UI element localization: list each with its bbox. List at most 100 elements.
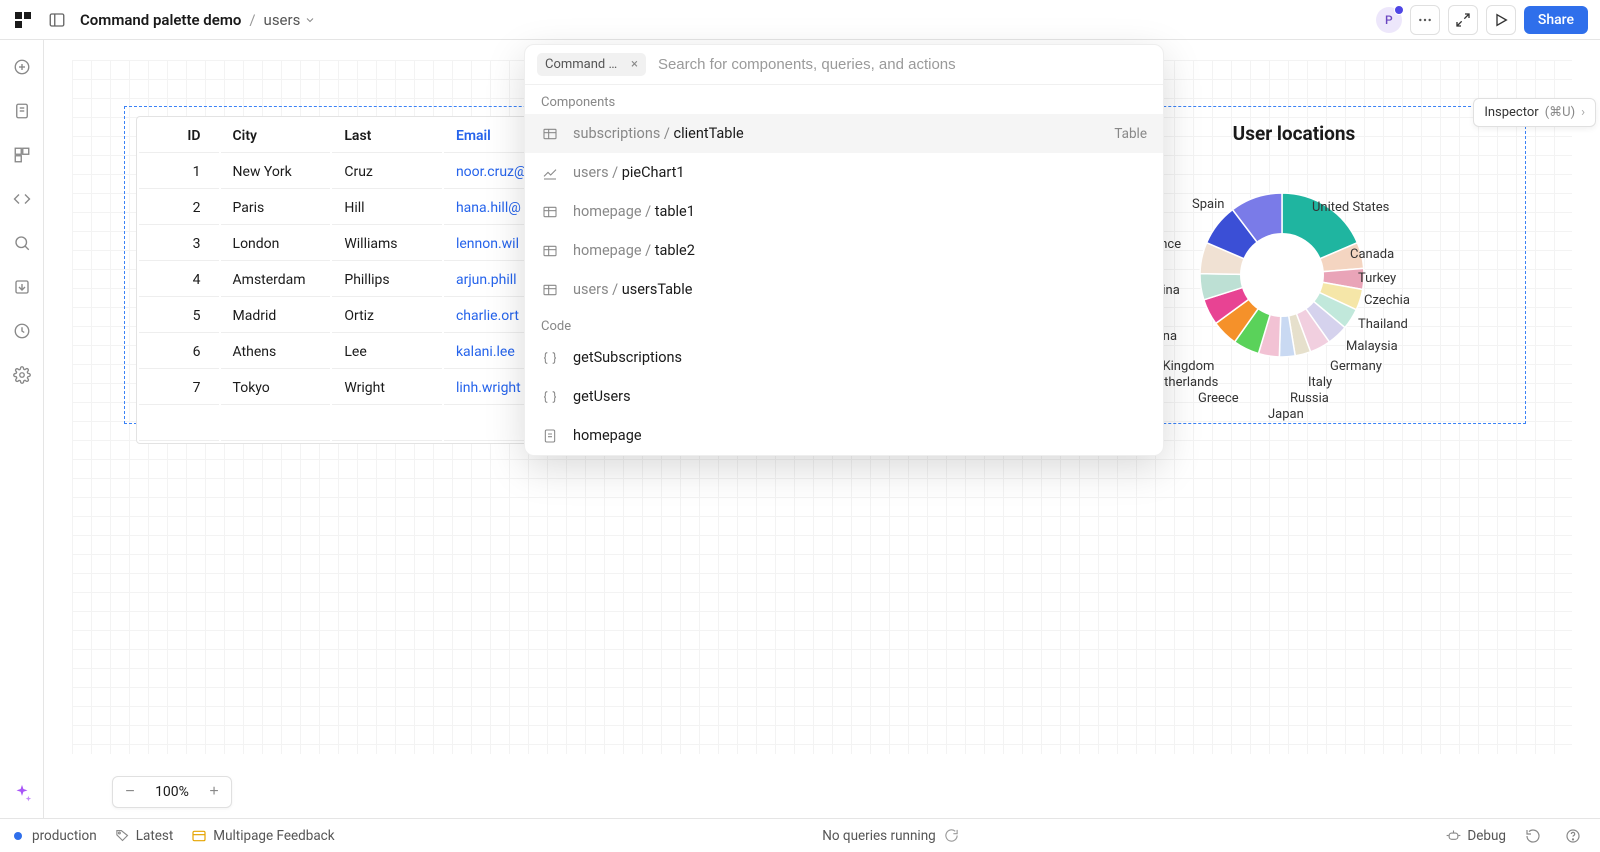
history-status-icon[interactable] <box>1520 823 1546 849</box>
breadcrumb-app[interactable]: Command palette demo <box>80 11 241 29</box>
palette-item[interactable]: getUsers <box>525 377 1163 416</box>
braces-icon <box>541 389 559 405</box>
share-button[interactable]: Share <box>1524 6 1588 34</box>
cell-id: 7 <box>139 371 219 405</box>
palette-item-label: homepage / table1 <box>573 203 695 220</box>
table-icon <box>541 282 559 298</box>
history-icon[interactable] <box>9 318 35 344</box>
cell-last: Ortiz <box>332 299 442 333</box>
palette-item-label: homepage / table2 <box>573 242 695 259</box>
canvas[interactable]: Inspector (⌘U) › ID City Last Email 1 Ne… <box>44 40 1600 818</box>
header-city[interactable]: City <box>221 119 331 153</box>
palette-item-label: homepage <box>573 427 642 444</box>
palette-item-type: Table <box>1114 126 1147 142</box>
pages-icon[interactable] <box>9 98 35 124</box>
cell-id: 4 <box>139 263 219 297</box>
panels-icon[interactable] <box>44 7 70 33</box>
inspector-label[interactable]: Inspector (⌘U) › <box>1473 98 1596 127</box>
ai-assist-icon[interactable] <box>8 780 36 808</box>
braces-icon <box>541 350 559 366</box>
cell-last: Phillips <box>332 263 442 297</box>
statusbar: production Latest Multipage Feedback No … <box>0 818 1600 852</box>
avatar[interactable]: P <box>1376 7 1402 33</box>
topbar-right: P Share <box>1376 5 1588 35</box>
chart-label: Canada <box>1350 247 1394 262</box>
cell-city: London <box>221 227 331 261</box>
palette-item-label: getSubscriptions <box>573 349 682 366</box>
table-icon <box>541 126 559 142</box>
chart-icon <box>541 165 559 181</box>
cell-city: Athens <box>221 335 331 369</box>
chart-title: User locations <box>1164 122 1424 145</box>
cell-id: 3 <box>139 227 219 261</box>
cell-city: Paris <box>221 191 331 225</box>
code-icon[interactable] <box>9 186 35 212</box>
status-debug[interactable]: Debug <box>1446 828 1506 844</box>
palette-item-label: getUsers <box>573 388 631 405</box>
palette-section-code: Code <box>525 309 1163 338</box>
chart-label: Turkey <box>1358 271 1396 286</box>
status-tag[interactable]: Latest <box>115 828 174 844</box>
chip-close-icon[interactable]: × <box>631 57 638 72</box>
cell-last: Cruz <box>332 155 442 189</box>
app-logo[interactable] <box>12 9 34 31</box>
expand-button[interactable] <box>1448 5 1478 35</box>
help-icon[interactable] <box>1560 823 1586 849</box>
status-feedback[interactable]: Multipage Feedback <box>191 828 334 844</box>
cell-id: 2 <box>139 191 219 225</box>
command-palette: Command p… × Components subscriptions / … <box>524 44 1164 456</box>
status-queries: No queries running <box>822 828 959 844</box>
cell-city: Madrid <box>221 299 331 333</box>
page-icon <box>541 428 559 444</box>
palette-item[interactable]: users / usersTable <box>525 270 1163 309</box>
chart-label: Greece <box>1198 391 1239 406</box>
palette-item-label: users / pieChart1 <box>573 164 685 181</box>
cell-city: New York <box>221 155 331 189</box>
table-icon <box>541 243 559 259</box>
palette-item[interactable]: homepage <box>525 416 1163 455</box>
palette-item[interactable]: subscriptions / clientTable Table <box>525 114 1163 153</box>
table-icon <box>541 204 559 220</box>
add-icon[interactable] <box>9 54 35 80</box>
zoom-control: − 100% + <box>112 776 232 808</box>
cell-last <box>332 407 442 441</box>
breadcrumb-page[interactable]: users <box>264 11 317 29</box>
more-menu-button[interactable] <box>1410 5 1440 35</box>
cell-last: Wright <box>332 371 442 405</box>
chart-label: Czechia <box>1364 293 1410 308</box>
cell-last: Lee <box>332 335 442 369</box>
chart-label: Thailand <box>1358 317 1408 332</box>
cell-id: 5 <box>139 299 219 333</box>
chart-label: Germany <box>1330 359 1382 374</box>
zoom-out-button[interactable]: − <box>113 776 147 808</box>
chevron-right-icon: › <box>1581 105 1585 120</box>
palette-item-label: subscriptions / clientTable <box>573 125 744 142</box>
breadcrumb-separator: / <box>249 11 255 29</box>
settings-icon[interactable] <box>9 362 35 388</box>
cell-id <box>139 407 219 441</box>
palette-search-input[interactable] <box>658 56 1151 73</box>
palette-item[interactable]: homepage / table2 <box>525 231 1163 270</box>
zoom-in-button[interactable]: + <box>197 776 231 808</box>
cell-id: 1 <box>139 155 219 189</box>
insert-icon[interactable] <box>9 274 35 300</box>
chart-label: United States <box>1312 200 1389 215</box>
play-preview-button[interactable] <box>1486 5 1516 35</box>
topbar: Command palette demo / users P Share <box>0 0 1600 40</box>
status-dot-icon <box>14 832 22 840</box>
palette-item-label: users / usersTable <box>573 281 692 298</box>
chart-label: Italy <box>1308 375 1332 390</box>
components-icon[interactable] <box>9 142 35 168</box>
palette-item[interactable]: getSubscriptions <box>525 338 1163 377</box>
status-environment[interactable]: production <box>14 828 97 844</box>
header-id[interactable]: ID <box>139 119 219 153</box>
search-icon[interactable] <box>9 230 35 256</box>
zoom-value: 100% <box>147 784 197 800</box>
palette-item[interactable]: homepage / table1 <box>525 192 1163 231</box>
cell-city: Tokyo <box>221 371 331 405</box>
palette-scope-chip[interactable]: Command p… × <box>537 53 646 76</box>
palette-header: Command p… × <box>525 45 1163 85</box>
cell-city: Amsterdam <box>221 263 331 297</box>
palette-item[interactable]: users / pieChart1 <box>525 153 1163 192</box>
header-last[interactable]: Last <box>332 119 442 153</box>
